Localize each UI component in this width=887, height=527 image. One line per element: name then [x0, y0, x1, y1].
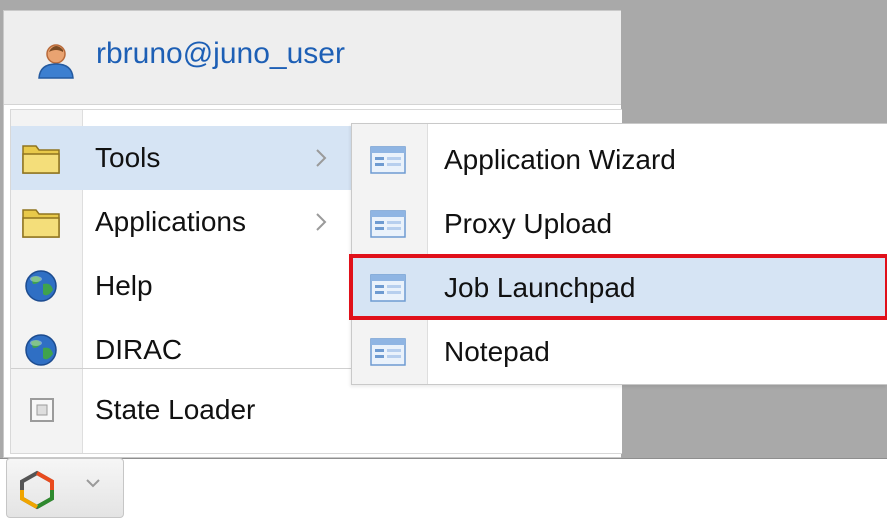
taskbar: [0, 458, 887, 527]
start-menu-button[interactable]: [6, 458, 124, 518]
dirac-logo-icon: [20, 470, 54, 510]
menu-item-label: DIRAC: [95, 334, 183, 365]
submenu-item-label: Proxy Upload: [444, 208, 613, 239]
globe-icon: [25, 270, 57, 302]
chevron-right-icon: [316, 213, 327, 231]
start-menu-header: rbruno@juno_user: [4, 11, 621, 105]
submenu-item-label: Notepad: [444, 336, 550, 367]
menu-item-help[interactable]: Help: [11, 254, 354, 318]
folder-icon: [22, 145, 60, 174]
menu-item-label: Applications: [95, 206, 246, 237]
menu-item-label: Help: [95, 270, 153, 301]
chevron-down-icon: [86, 479, 100, 488]
menu-item-dirac[interactable]: DIRAC: [11, 318, 354, 382]
folder-icon: [22, 209, 60, 238]
chevron-right-icon: [316, 149, 327, 167]
user-icon: [38, 44, 74, 79]
submenu-item-label: Application Wizard: [444, 144, 676, 175]
submenu-item-notepad[interactable]: Notepad: [352, 320, 887, 384]
submenu-item-proxy-upload[interactable]: Proxy Upload: [352, 192, 887, 256]
globe-icon: [25, 334, 57, 366]
app-window-icon: [370, 146, 406, 174]
app-window-icon: [370, 338, 406, 366]
app-window-icon: [370, 210, 406, 238]
menu-item-label: Tools: [95, 142, 161, 173]
state-loader-icon: [30, 398, 54, 422]
menu-item-label: State Loader: [95, 394, 256, 425]
submenu-item-job-launchpad[interactable]: Job Launchpad: [349, 254, 887, 320]
tools-submenu: Application Wizard Proxy Upload Job Laun…: [349, 123, 887, 385]
user-name[interactable]: rbruno@juno_user: [96, 37, 345, 71]
menu-item-tools[interactable]: Tools: [11, 126, 354, 190]
menu-item-state-loader[interactable]: State Loader: [11, 378, 354, 442]
menu-separator: [11, 368, 354, 369]
highlight-annotation-box: [349, 254, 887, 320]
menu-item-applications[interactable]: Applications: [11, 190, 354, 254]
submenu-item-application-wizard[interactable]: Application Wizard: [352, 128, 887, 192]
